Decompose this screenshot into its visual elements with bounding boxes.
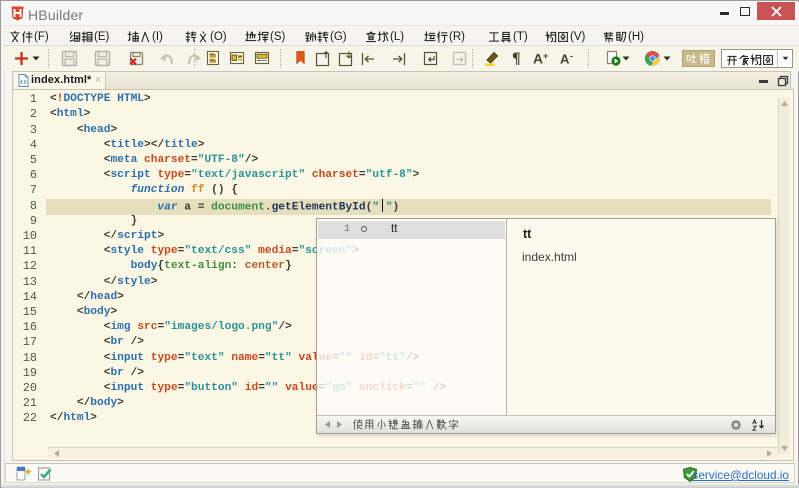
svg-text:+: + — [543, 51, 548, 61]
svg-text:A: A — [533, 51, 543, 66]
svg-text:-: - — [570, 51, 573, 61]
svg-text:¶: ¶ — [512, 50, 521, 66]
svg-text:A: A — [560, 52, 570, 67]
